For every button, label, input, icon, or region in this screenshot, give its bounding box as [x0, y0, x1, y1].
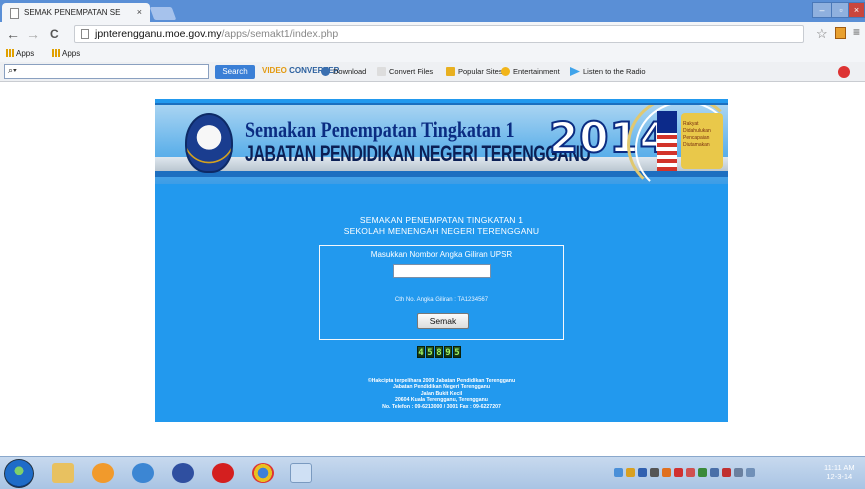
jpn-emblem-icon: [185, 113, 233, 173]
tray-icon[interactable]: [698, 468, 707, 477]
tray-icon[interactable]: [626, 468, 635, 477]
convert-files-link[interactable]: Convert Files: [377, 67, 433, 76]
rakyat-badge: Rakyat Didahulukan Pencapaian Diutamakan: [681, 113, 723, 169]
media-player-icon[interactable]: [92, 463, 114, 483]
toolbar-search-input[interactable]: ⌕▾: [4, 64, 209, 79]
calculator-icon[interactable]: [290, 463, 312, 483]
bookmarks-bar: Apps Apps: [0, 46, 865, 62]
browser-titlebar: SEMAK PENEMPATAN SE × – ▫ ×: [0, 0, 865, 22]
apps-grid-icon: [52, 49, 60, 57]
counter-digit: 5: [426, 346, 434, 358]
url-host: jpnterengganu.moe.gov.my: [95, 28, 222, 40]
page-icon: [10, 8, 19, 19]
footer-line: No. Telefon : 09-6213000 / 3001 Fax : 09…: [382, 403, 501, 410]
search-form: Masukkan Nombor Angka Giliran UPSR Cth N…: [319, 245, 564, 340]
menu-icon[interactable]: ≡: [853, 25, 860, 39]
window-close-button[interactable]: ×: [848, 2, 865, 18]
page-panel: Semakan Penempatan Tingkatan 1 JABATAN P…: [155, 99, 728, 422]
tray-icon[interactable]: [710, 468, 719, 477]
url-path: /apps/semakt1/index.php: [221, 28, 339, 40]
play-icon: [570, 67, 580, 76]
counter-digit: 4: [417, 346, 425, 358]
extension-toolbar: ⌕▾ Search VIDEO CONVERTER Download Conve…: [0, 62, 865, 82]
angka-giliran-input[interactable]: [393, 264, 491, 278]
volume-icon[interactable]: [746, 468, 755, 477]
visitor-counter: 4 5 8 9 5: [417, 346, 461, 358]
clock-date: 12-3-14: [826, 472, 853, 481]
banner-title: Semakan Penempatan Tingkatan 1: [245, 117, 515, 142]
start-button[interactable]: [4, 459, 34, 488]
clock-time: 11:11 AM: [824, 463, 855, 472]
extension-icon[interactable]: [835, 27, 846, 39]
tray-icon[interactable]: [734, 468, 743, 477]
tray-icon[interactable]: [638, 468, 647, 477]
apps-grid-icon: [6, 49, 14, 57]
back-button[interactable]: ←: [6, 26, 20, 42]
extension-red-icon[interactable]: [838, 66, 850, 78]
input-label: Masukkan Nombor Angka Giliran UPSR: [370, 250, 513, 259]
listen-radio-link[interactable]: Listen to the Radio: [570, 67, 646, 76]
new-tab-button[interactable]: [149, 7, 177, 20]
minimize-button[interactable]: –: [812, 2, 832, 18]
windows-taskbar: 11:11 AM 12-3-14: [0, 456, 865, 489]
system-tray: [614, 468, 755, 478]
bookmark-apps-2[interactable]: Apps: [52, 49, 80, 58]
page-footer: ©Hakcipta terpelihara 2009 Jabatan Pendi…: [155, 378, 728, 410]
tray-icon[interactable]: [650, 468, 659, 477]
download-icon: [321, 67, 330, 76]
chrome-icon[interactable]: [252, 463, 274, 483]
download-link[interactable]: Download: [321, 67, 366, 76]
page-icon: [81, 29, 89, 39]
tray-icon[interactable]: [674, 468, 683, 477]
tray-icon[interactable]: [662, 468, 671, 477]
tray-icon[interactable]: [722, 468, 731, 477]
convert-files-icon: [377, 67, 386, 76]
popular-sites-link[interactable]: Popular Sites: [446, 67, 503, 76]
site-banner: Semakan Penempatan Tingkatan 1 JABATAN P…: [155, 103, 728, 184]
tab-title: SEMAK PENEMPATAN SE: [24, 8, 121, 17]
opera-icon[interactable]: [212, 463, 234, 483]
forward-button[interactable]: →: [26, 26, 40, 42]
browser-toolbar: ← → C jpnterengganu.moe.gov.my/apps/sema…: [0, 22, 865, 46]
reload-button[interactable]: C: [50, 26, 59, 42]
banner-subtitle: JABATAN PENDIDIKAN NEGERI TERENGGANU: [245, 141, 591, 166]
firefox-icon[interactable]: [172, 463, 194, 483]
star-icon: [501, 67, 510, 76]
taskbar-clock[interactable]: 11:11 AM 12-3-14: [824, 463, 855, 481]
tab-close-icon[interactable]: ×: [137, 7, 142, 17]
counter-digit: 5: [453, 346, 461, 358]
counter-digit: 8: [435, 346, 443, 358]
ie-icon[interactable]: [132, 463, 154, 483]
heading-line1: SEMAKAN PENEMPATAN TINGKATAN 1: [359, 215, 524, 225]
bookmark-star-icon[interactable]: ☆: [816, 26, 828, 42]
popular-sites-icon: [446, 67, 455, 76]
bookmark-apps-1[interactable]: Apps: [6, 49, 34, 58]
explorer-icon[interactable]: [52, 463, 74, 483]
toolbar-search-button[interactable]: Search: [215, 65, 255, 79]
tray-icon[interactable]: [686, 468, 695, 477]
counter-digit: 9: [444, 346, 452, 358]
heading-line2: SEKOLAH MENENGAH NEGERI TERENGGANU: [343, 226, 540, 236]
browser-tab[interactable]: SEMAK PENEMPATAN SE ×: [2, 3, 150, 22]
entertainment-link[interactable]: Entertainment: [501, 67, 560, 76]
tray-icon[interactable]: [614, 468, 623, 477]
example-hint: Cth No. Angka Giliran : TA1234567: [394, 297, 489, 303]
semak-button[interactable]: Semak: [417, 313, 469, 329]
address-bar[interactable]: jpnterengganu.moe.gov.my/apps/semakt1/in…: [74, 25, 804, 43]
